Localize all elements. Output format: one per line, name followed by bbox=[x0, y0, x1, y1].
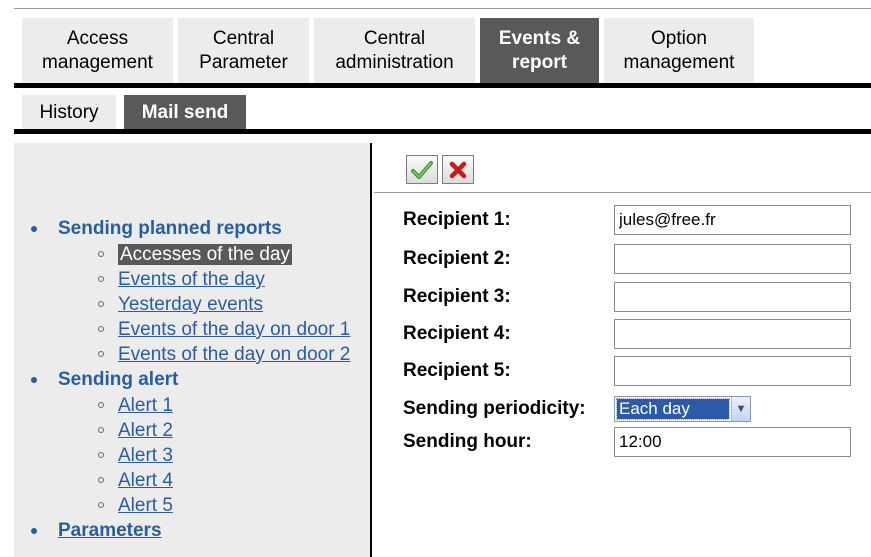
list-item: Alert 5 bbox=[58, 493, 350, 518]
chevron-down-icon[interactable]: ▼ bbox=[731, 397, 750, 421]
recipient-4-row: Recipient 4: bbox=[403, 319, 511, 349]
tab-events-report[interactable]: Events & report bbox=[480, 18, 599, 84]
cancel-button[interactable] bbox=[442, 155, 474, 184]
toolbar-divider bbox=[374, 192, 871, 193]
tab-label-line1: Access bbox=[66, 28, 129, 49]
nav-link-events-door-2[interactable]: Events of the day on door 2 bbox=[118, 344, 350, 365]
list-item: Events of the day bbox=[58, 267, 350, 292]
tab-label-line2: report bbox=[512, 52, 567, 73]
navigation-panel: Sending planned reports Accesses of the … bbox=[14, 143, 370, 557]
nav-group-planned-reports: Sending planned reports Accesses of the … bbox=[14, 216, 350, 367]
nav-link-alert-5[interactable]: Alert 5 bbox=[118, 495, 173, 516]
recipient-2-input[interactable] bbox=[614, 244, 851, 274]
recipient-1-row: Recipient 1: bbox=[403, 205, 511, 235]
periodicity-selected-value: Each day bbox=[616, 398, 730, 420]
nav-link-parameters[interactable]: Parameters bbox=[58, 518, 350, 544]
recipient-1-input[interactable] bbox=[614, 205, 851, 235]
recipient-1-label: Recipient 1: bbox=[403, 209, 511, 230]
recipient-3-input[interactable] bbox=[614, 282, 851, 312]
list-item: Alert 2 bbox=[58, 418, 350, 443]
tab-label-line2: administration bbox=[335, 52, 454, 73]
periodicity-label: Sending periodicity: bbox=[403, 398, 586, 419]
main-tab-bar: Access management Central Parameter Centra… bbox=[22, 18, 759, 84]
validate-button[interactable] bbox=[406, 155, 438, 184]
tab-label-line2: Parameter bbox=[199, 52, 288, 73]
tab-mail-send[interactable]: Mail send bbox=[124, 95, 246, 130]
recipient-2-label: Recipient 2: bbox=[403, 248, 511, 269]
recipient-3-label: Recipient 3: bbox=[403, 286, 511, 307]
recipient-5-input[interactable] bbox=[614, 356, 851, 386]
sub-tab-bar: History Mail send bbox=[22, 95, 254, 130]
tab-history-label: History bbox=[39, 101, 99, 123]
tab-history[interactable]: History bbox=[22, 95, 116, 130]
nav-link-alert-4[interactable]: Alert 4 bbox=[118, 470, 173, 491]
recipient-3-row: Recipient 3: bbox=[403, 282, 511, 312]
list-item: Accesses of the day bbox=[58, 242, 350, 267]
form-toolbar bbox=[406, 155, 478, 184]
nav-link-alert-1[interactable]: Alert 1 bbox=[118, 395, 173, 416]
list-item: Events of the day on door 1 bbox=[58, 317, 350, 342]
top-rule bbox=[14, 8, 871, 9]
cross-icon bbox=[449, 161, 467, 178]
recipient-5-label: Recipient 5: bbox=[403, 360, 511, 381]
hour-row: Sending hour: bbox=[403, 427, 532, 457]
nav-link-yesterday-events[interactable]: Yesterday events bbox=[118, 294, 263, 315]
periodicity-select[interactable]: Each day ▼ bbox=[614, 396, 751, 422]
recipient-4-label: Recipient 4: bbox=[403, 323, 511, 344]
nav-link-alert-3[interactable]: Alert 3 bbox=[118, 445, 173, 466]
list-item: Alert 3 bbox=[58, 443, 350, 468]
list-item: Yesterday events bbox=[58, 292, 350, 317]
tab-label-line2: management bbox=[42, 52, 153, 73]
recipient-5-row: Recipient 5: bbox=[403, 356, 511, 386]
panel-divider bbox=[370, 143, 372, 557]
tab-access-management[interactable]: Access management bbox=[22, 18, 173, 84]
nav-link-events-of-the-day[interactable]: Events of the day bbox=[118, 269, 265, 290]
tab-mail-send-label: Mail send bbox=[141, 101, 229, 123]
check-icon bbox=[411, 160, 433, 179]
recipient-2-row: Recipient 2: bbox=[403, 244, 511, 274]
nav-group-title: Sending alert bbox=[58, 369, 179, 390]
main-tab-underline bbox=[14, 83, 871, 88]
tab-central-parameter[interactable]: Central Parameter bbox=[178, 18, 309, 84]
tab-label-line2: management bbox=[623, 52, 735, 73]
list-item: Events of the day on door 2 bbox=[58, 342, 350, 367]
nav-tree: Sending planned reports Accesses of the … bbox=[14, 216, 350, 544]
tab-option-management[interactable]: Option management bbox=[604, 18, 754, 84]
nav-group-sending-alert: Sending alert Alert 1 Alert 2 Alert 3 Al… bbox=[14, 367, 350, 518]
sub-tab-underline bbox=[14, 129, 871, 134]
tab-label-line1: Events & bbox=[498, 28, 581, 49]
nav-link-accesses-of-the-day[interactable]: Accesses of the day bbox=[118, 244, 293, 265]
list-item: Alert 1 bbox=[58, 393, 350, 418]
periodicity-row: Sending periodicity: bbox=[403, 394, 586, 424]
nav-group-title: Sending planned reports bbox=[58, 218, 282, 239]
tab-label-line1: Option bbox=[651, 28, 707, 49]
hour-input[interactable] bbox=[614, 427, 851, 457]
list-item: Alert 4 bbox=[58, 468, 350, 493]
hour-label: Sending hour: bbox=[403, 431, 532, 452]
nav-link-events-door-1[interactable]: Events of the day on door 1 bbox=[118, 319, 350, 340]
nav-group-parameters: Parameters bbox=[14, 518, 350, 544]
nav-link-alert-2[interactable]: Alert 2 bbox=[118, 420, 173, 441]
tab-central-administration[interactable]: Central administration bbox=[314, 18, 475, 84]
recipient-4-input[interactable] bbox=[614, 319, 851, 349]
tab-label-line1: Central bbox=[212, 28, 275, 49]
tab-label-line1: Central bbox=[363, 28, 426, 49]
